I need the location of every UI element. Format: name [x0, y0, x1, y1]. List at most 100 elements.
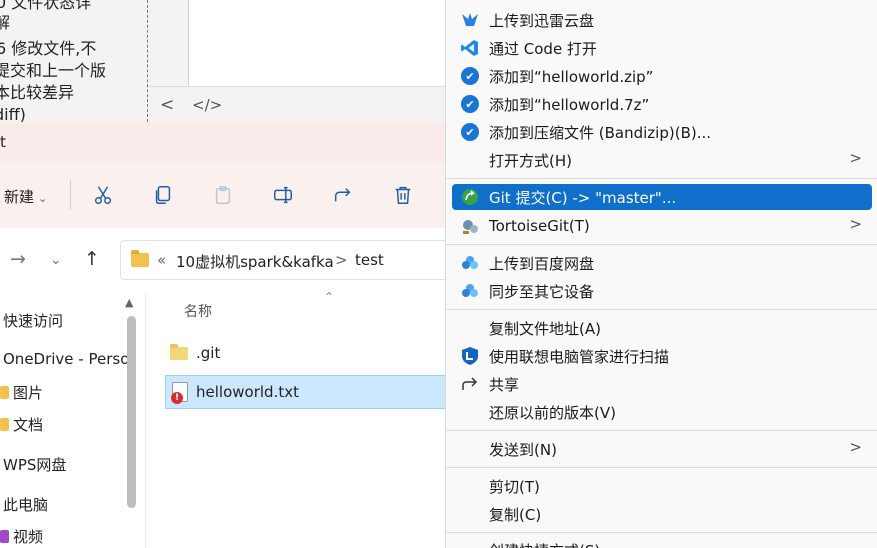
background-notes-panel: 0 文件状态详 解 6 修改文件,不 提交和上一个版 本比较差异 diff): [0, 0, 147, 122]
menu-item-label: 发送到(N): [489, 440, 557, 459]
nav-item-wps[interactable]: WPS网盘: [3, 454, 66, 475]
copy-icon[interactable]: [150, 182, 176, 208]
folder-icon: [131, 250, 149, 267]
breadcrumb-segment[interactable]: 10虚拟机spark&kafka: [176, 251, 334, 272]
nav-item-quick-access[interactable]: 快速访问: [3, 310, 63, 331]
menu-item-label: 同步至其它设备: [489, 282, 595, 301]
baidu-netdisk-icon: [460, 253, 480, 273]
menu-item-label: 剪切(T): [489, 477, 540, 496]
up-arrow-icon[interactable]: ↑: [84, 248, 100, 270]
nav-item-label: 视频: [13, 528, 44, 546]
menu-item-label: 复制文件地址(A): [489, 319, 601, 338]
new-button-label: 新建: [4, 188, 35, 206]
forward-arrow-icon[interactable]: →: [10, 248, 26, 270]
menu-item-label: 上传到迅雷云盘: [489, 11, 595, 30]
note-line: diff): [0, 105, 26, 122]
context-menu: 上传到迅雷云盘 通过 Code 打开 ✔ 添加到“helloworld.zip”…: [445, 0, 877, 548]
nav-item-videos[interactable]: 视频: [0, 526, 43, 547]
file-name: .git: [196, 344, 221, 362]
git-modified-badge-icon: !: [171, 392, 183, 404]
recent-chevron-icon[interactable]: ⌄: [50, 252, 62, 268]
chevron-left-icon[interactable]: <: [160, 95, 174, 115]
bandizip-icon: ✔: [460, 94, 480, 114]
nav-item-pictures[interactable]: 图片: [0, 382, 43, 403]
folder-icon: [0, 386, 9, 399]
bandizip-icon: ✔: [460, 66, 480, 86]
menu-separator: [446, 532, 877, 533]
menu-item-create-shortcut[interactable]: 创建快捷方式(S): [452, 536, 872, 548]
bandizip-icon: ✔: [460, 122, 480, 142]
note-line: 0 文件状态详: [0, 0, 92, 12]
address-bar[interactable]: « 10虚拟机spark&kafka > test: [120, 240, 450, 280]
vscode-icon: [460, 38, 480, 58]
file-row-git[interactable]: .git: [164, 336, 454, 370]
editor-toolbar: < </>: [148, 86, 448, 122]
menu-item-label: TortoiseGit(T): [489, 217, 590, 235]
menu-item-send-to[interactable]: 发送到(N) >: [452, 435, 872, 463]
menu-item-label: 上传到百度网盘: [489, 254, 595, 273]
breadcrumb-segment[interactable]: test: [355, 251, 384, 269]
new-button[interactable]: 新建 ⌄: [4, 186, 47, 207]
delete-icon[interactable]: [390, 182, 416, 208]
menu-item-git-commit[interactable]: Git 提交(C) -> "master"...: [452, 184, 872, 210]
baidu-netdisk-icon: [460, 281, 480, 301]
menu-item-tortoisegit[interactable]: TortoiseGit(T) >: [452, 212, 872, 240]
note-line: 解: [0, 13, 11, 32]
column-header-name[interactable]: 名称: [184, 301, 212, 321]
note-line: 6 修改文件,不: [0, 39, 97, 58]
menu-item-add-bandizip[interactable]: ✔ 添加到压缩文件 (Bandizip)(B)...: [452, 118, 872, 146]
nav-item-documents[interactable]: 文档: [0, 414, 43, 435]
menu-item-sync-devices[interactable]: 同步至其它设备: [452, 277, 872, 305]
nav-item-label: OneDrive - Perso: [3, 350, 130, 368]
nav-scrollbar[interactable]: [127, 316, 136, 508]
folder-icon: [0, 418, 9, 431]
window-title: t: [0, 133, 6, 151]
menu-item-baidu-upload[interactable]: 上传到百度网盘: [452, 249, 872, 277]
nav-item-label: 快速访问: [3, 312, 64, 330]
menu-item-open-with[interactable]: 打开方式(H) >: [452, 146, 872, 174]
menu-item-xunlei[interactable]: 上传到迅雷云盘: [452, 6, 872, 34]
paste-icon[interactable]: [210, 182, 236, 208]
nav-item-label: 文档: [13, 416, 44, 434]
menu-item-copy-path[interactable]: 复制文件地址(A): [452, 314, 872, 342]
menu-item-cut[interactable]: 剪切(T): [452, 472, 872, 500]
address-row: → ⌄ ↑ « 10虚拟机spark&kafka > test: [0, 228, 450, 292]
lenovo-shield-icon: [460, 346, 480, 366]
menu-item-copy[interactable]: 复制(C): [452, 500, 872, 528]
file-list: ⌃ 名称 .git ! helloworld.txt: [146, 290, 455, 548]
menu-item-add-7z[interactable]: ✔ 添加到“helloworld.7z”: [452, 90, 872, 118]
menu-item-label: 创建快捷方式(S): [489, 540, 600, 548]
note-line: 提交和上一个版: [0, 61, 107, 80]
text-file-icon: !: [171, 382, 188, 404]
menu-separator: [446, 467, 877, 468]
submenu-arrow-icon: >: [849, 438, 862, 456]
menu-item-share[interactable]: 共享: [452, 370, 872, 398]
code-view-icon[interactable]: </>: [192, 96, 222, 114]
menu-item-lenovo-scan[interactable]: 使用联想电脑管家进行扫描: [452, 342, 872, 370]
cut-icon[interactable]: [90, 182, 116, 208]
note-line: 本比较差异: [0, 83, 75, 102]
menu-separator: [446, 309, 877, 310]
submenu-arrow-icon: >: [849, 149, 862, 167]
breadcrumb-overflow[interactable]: «: [157, 251, 166, 269]
nav-item-label: WPS网盘: [3, 456, 67, 474]
menu-item-label: 添加到“helloworld.7z”: [489, 95, 650, 114]
file-row-helloworld[interactable]: ! helloworld.txt: [165, 375, 455, 409]
rename-icon[interactable]: [270, 182, 296, 208]
share-icon[interactable]: [330, 182, 356, 208]
menu-separator: [446, 178, 877, 179]
navigation-pane: 快速访问 OneDrive - Perso 图片 文档 WPS网盘 此电脑 视频…: [0, 292, 140, 548]
menu-item-open-with-code[interactable]: 通过 Code 打开: [452, 34, 872, 62]
menu-item-label: 打开方式(H): [489, 151, 572, 170]
menu-item-restore-versions[interactable]: 还原以前的版本(V): [452, 398, 872, 426]
menu-item-add-zip[interactable]: ✔ 添加到“helloworld.zip”: [452, 62, 872, 90]
scroll-up-icon[interactable]: ▲: [125, 296, 133, 309]
nav-item-onedrive[interactable]: OneDrive - Perso: [3, 350, 129, 368]
submenu-arrow-icon: >: [849, 215, 862, 233]
nav-item-this-pc[interactable]: 此电脑: [3, 494, 48, 515]
editor-content-area: [188, 0, 448, 86]
menu-item-label: 使用联想电脑管家进行扫描: [489, 347, 670, 366]
chevron-down-icon: ⌄: [38, 192, 48, 205]
nav-item-label: 图片: [13, 384, 44, 402]
xunlei-bird-icon: [460, 10, 480, 30]
